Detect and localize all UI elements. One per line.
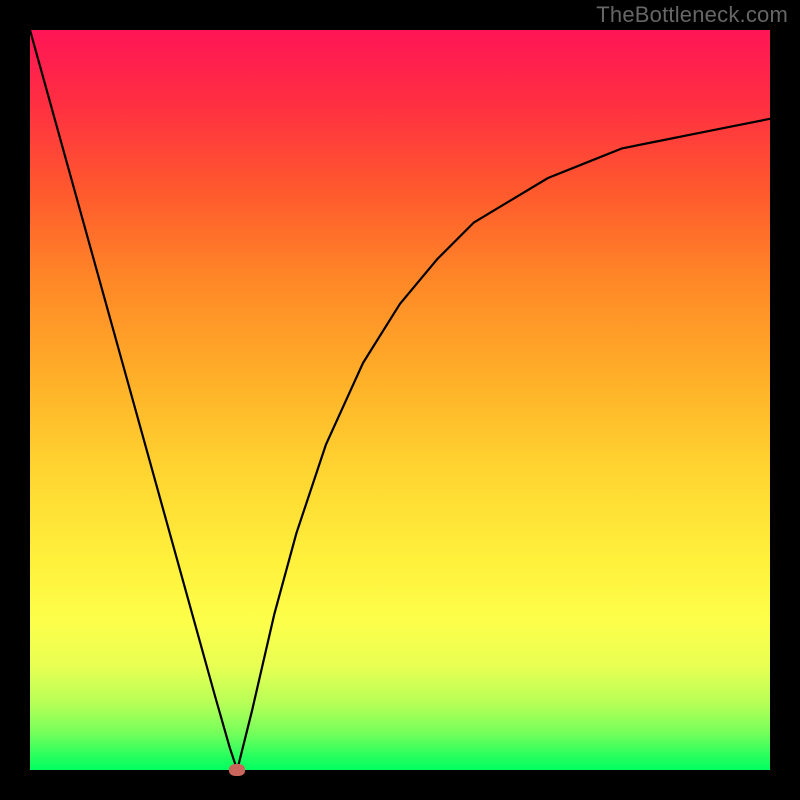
min-marker-dot — [229, 764, 245, 776]
bottleneck-curve — [30, 30, 770, 770]
curve-path — [30, 30, 770, 770]
chart-frame: TheBottleneck.com — [0, 0, 800, 800]
watermark-text: TheBottleneck.com — [596, 2, 788, 28]
plot-area — [30, 30, 770, 770]
